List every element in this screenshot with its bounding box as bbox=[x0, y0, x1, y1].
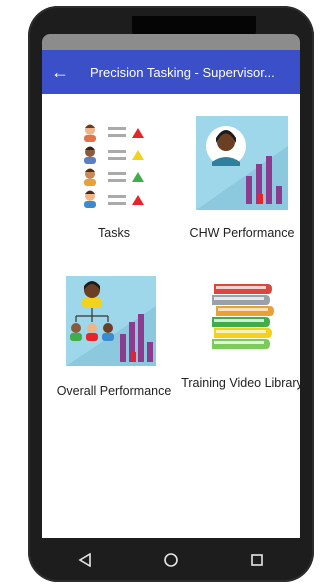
nav-home-icon[interactable] bbox=[151, 545, 191, 575]
app-bar: ← Precision Tasking - Supervisor... bbox=[42, 50, 300, 94]
back-arrow-icon[interactable]: ← bbox=[42, 62, 78, 83]
app-screen: ← Precision Tasking - Supervisor... Task… bbox=[42, 50, 300, 538]
chw-performance-icon bbox=[196, 116, 288, 210]
status-bar bbox=[42, 34, 300, 50]
tile-chw-performance[interactable]: CHW Performance bbox=[180, 112, 300, 242]
phone-frame: ← Precision Tasking - Supervisor... Task… bbox=[28, 6, 314, 582]
tile-label-training-video-library: Training Video Library bbox=[181, 376, 300, 390]
tile-training-video-library[interactable]: Training Video Library bbox=[180, 272, 300, 412]
task-list-icon bbox=[66, 116, 166, 212]
tile-tasks[interactable]: Tasks bbox=[52, 112, 176, 242]
nav-back-icon[interactable] bbox=[65, 545, 105, 575]
page-title: Precision Tasking - Supervisor... bbox=[90, 64, 275, 80]
book-stack-icon bbox=[208, 280, 274, 356]
tile-label-chw-performance: CHW Performance bbox=[189, 226, 295, 240]
overall-performance-icon bbox=[66, 276, 156, 366]
nav-recents-icon[interactable] bbox=[237, 545, 277, 575]
tile-overall-performance[interactable]: Overall Performance bbox=[52, 272, 176, 412]
system-nav-bar bbox=[42, 538, 300, 582]
